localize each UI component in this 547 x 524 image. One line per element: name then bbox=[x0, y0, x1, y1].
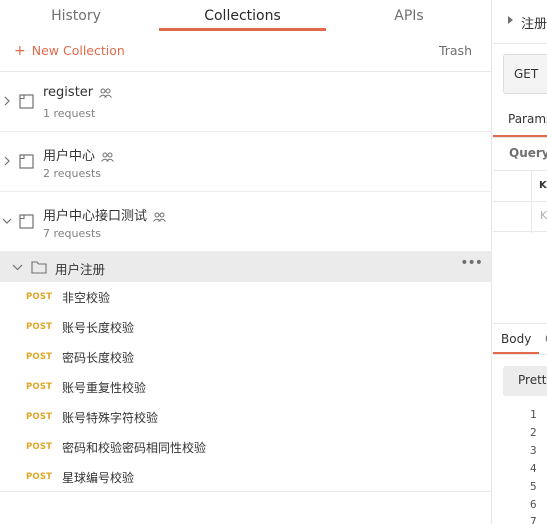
sidebar: History Collections APIs + New Collection… bbox=[0, 0, 492, 524]
tab-active-indicator bbox=[159, 28, 326, 31]
request-name: 账号特殊字符校验 bbox=[62, 411, 159, 425]
collection-name-text: 用户中心接口测试 bbox=[43, 209, 148, 224]
tab-params[interactable]: Params bbox=[508, 112, 547, 126]
new-collection-label: New Collection bbox=[31, 43, 125, 58]
collection-name: 用户中心接口测试 bbox=[43, 205, 166, 224]
collection-icon bbox=[19, 154, 34, 169]
request-panel: 注册 GET Params Query KE K Body C Pretty 1… bbox=[493, 0, 547, 524]
request-item[interactable]: POST 非空校验 bbox=[0, 282, 492, 312]
params-table: KE K bbox=[493, 170, 547, 233]
line-number: 1 bbox=[530, 408, 537, 421]
request-name: 密码和校验密码相同性校验 bbox=[62, 441, 207, 455]
table-divider bbox=[493, 201, 547, 202]
folder-user-registration[interactable]: 用户注册 ••• bbox=[0, 252, 492, 282]
line-number: 3 bbox=[530, 444, 537, 457]
tab-history[interactable]: History bbox=[0, 0, 152, 34]
folder-name: 用户注册 bbox=[55, 262, 106, 277]
line-number: 2 bbox=[530, 426, 537, 439]
line-number: 5 bbox=[530, 480, 537, 493]
sidebar-tabs: History Collections APIs bbox=[0, 0, 492, 34]
method-select[interactable]: GET bbox=[503, 54, 547, 94]
divider bbox=[0, 491, 492, 492]
collection-request-count: 1 request bbox=[43, 107, 96, 120]
folder-icon bbox=[31, 261, 47, 274]
collection-user-center[interactable]: 用户中心 2 requests bbox=[0, 132, 492, 192]
request-title-bar: 注册 bbox=[493, 0, 547, 44]
request-item[interactable]: POST 账号重复性校验 bbox=[0, 372, 492, 402]
collection-icon bbox=[19, 214, 34, 229]
table-divider bbox=[531, 171, 532, 233]
more-options-icon[interactable]: ••• bbox=[460, 255, 483, 271]
params-tab-bar: Params bbox=[493, 104, 547, 138]
request-item[interactable]: POST 账号长度校验 bbox=[0, 312, 492, 342]
request-name: 账号长度校验 bbox=[62, 321, 135, 335]
request-name: 密码长度校验 bbox=[62, 351, 135, 365]
request-title[interactable]: 注册 bbox=[521, 13, 547, 32]
key-column-header: KE bbox=[539, 180, 547, 191]
collection-name-text: 用户中心 bbox=[43, 149, 96, 164]
pretty-button[interactable]: Pretty bbox=[503, 366, 547, 396]
request-item[interactable]: POST 密码和校验密码相同性校验 bbox=[0, 432, 492, 462]
collection-name: 用户中心 bbox=[43, 145, 114, 164]
request-item[interactable]: POST 星球编号校验 bbox=[0, 462, 492, 492]
key-input[interactable]: K bbox=[540, 209, 547, 222]
response-tab-bar: Body C bbox=[493, 323, 547, 355]
method-badge: POST bbox=[26, 292, 53, 302]
chevron-down-icon[interactable] bbox=[2, 214, 12, 228]
chevron-right-icon[interactable] bbox=[2, 94, 12, 108]
shared-users-icon bbox=[153, 212, 166, 222]
collection-icon bbox=[19, 94, 34, 109]
collection-request-count: 7 requests bbox=[43, 227, 102, 240]
line-number: 7 bbox=[530, 515, 537, 524]
chevron-down-icon[interactable] bbox=[12, 262, 23, 272]
tab-apis[interactable]: APIs bbox=[333, 0, 485, 34]
request-item[interactable]: POST 密码长度校验 bbox=[0, 342, 492, 372]
method-badge: POST bbox=[26, 382, 53, 392]
trash-button[interactable]: Trash bbox=[439, 43, 472, 58]
shared-users-icon bbox=[101, 152, 114, 162]
plus-icon: + bbox=[14, 43, 26, 59]
request-name: 非空校验 bbox=[62, 291, 111, 305]
line-number: 4 bbox=[530, 462, 537, 475]
method-select-value: GET bbox=[514, 67, 539, 81]
request-item[interactable]: POST 账号特殊字符校验 bbox=[0, 402, 492, 432]
pretty-label: Pretty bbox=[518, 373, 547, 387]
collection-name: register bbox=[43, 85, 113, 100]
shared-users-icon bbox=[99, 88, 113, 98]
tab-active-indicator bbox=[493, 135, 547, 137]
chevron-right-icon[interactable] bbox=[2, 154, 12, 168]
collection-register[interactable]: register 1 request bbox=[0, 72, 492, 132]
method-badge: POST bbox=[26, 412, 53, 422]
method-badge: POST bbox=[26, 322, 53, 332]
query-params-label: Query bbox=[509, 146, 547, 160]
tab-body[interactable]: Body bbox=[501, 332, 531, 346]
method-badge: POST bbox=[26, 352, 53, 362]
collection-request-count: 2 requests bbox=[43, 167, 102, 180]
caret-right-icon[interactable] bbox=[508, 16, 513, 24]
tab-active-indicator bbox=[493, 352, 539, 354]
new-collection-button[interactable]: + New Collection bbox=[14, 43, 125, 59]
collection-user-center-api-test[interactable]: 用户中心接口测试 7 requests bbox=[0, 192, 492, 252]
collections-toolbar: + New Collection Trash bbox=[0, 34, 492, 72]
method-badge: POST bbox=[26, 442, 53, 452]
method-badge: POST bbox=[26, 472, 53, 482]
collection-name-text: register bbox=[43, 85, 94, 100]
request-name: 账号重复性校验 bbox=[62, 381, 147, 395]
line-number: 6 bbox=[530, 498, 537, 511]
request-name: 星球编号校验 bbox=[62, 471, 135, 485]
